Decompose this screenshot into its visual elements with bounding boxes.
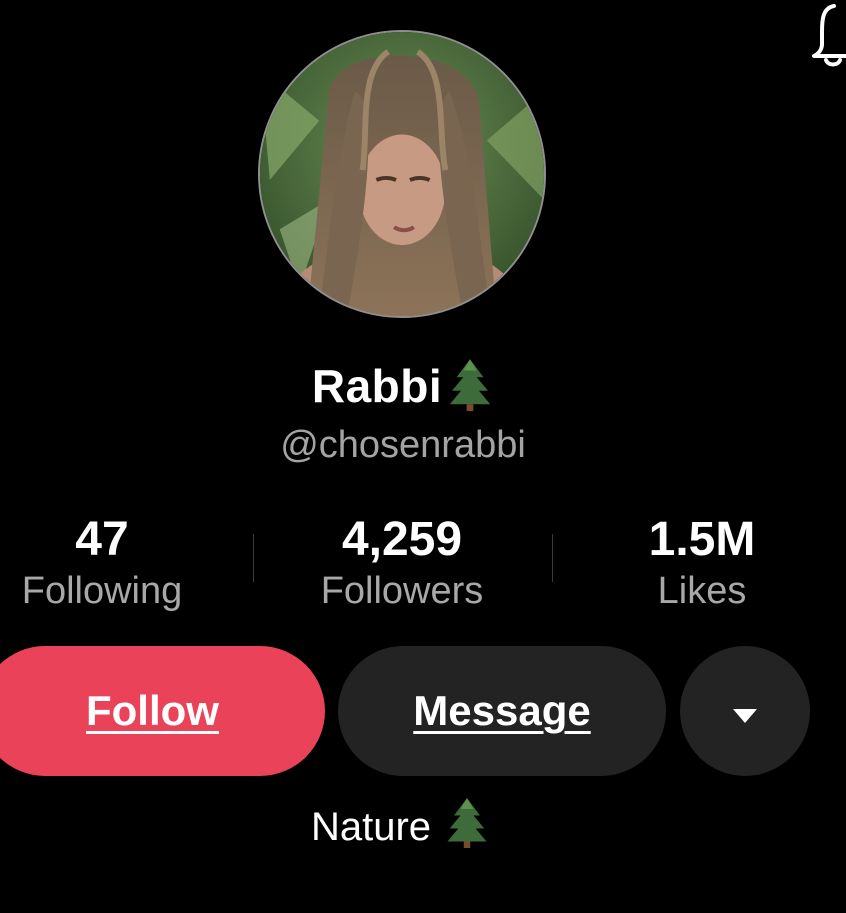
bell-icon[interactable] — [808, 0, 846, 70]
stat-followers[interactable]: 4,259 Followers — [292, 512, 512, 614]
stat-divider — [552, 534, 553, 582]
more-options-button[interactable] — [680, 646, 810, 776]
stat-divider — [253, 534, 254, 582]
username-handle: @chosenrabbi — [280, 424, 526, 466]
message-button[interactable]: Message — [338, 646, 666, 776]
display-name-row: Rabbi — [0, 358, 846, 414]
likes-label: Likes — [657, 570, 747, 612]
avatar[interactable] — [258, 30, 546, 318]
follow-button[interactable]: Follow — [0, 646, 325, 776]
evergreen-tree-icon — [446, 357, 494, 416]
bio-text: Nature — [310, 804, 432, 849]
following-count: 47 — [75, 513, 129, 566]
following-label: Following — [21, 570, 183, 612]
bio: Nature — [0, 796, 800, 858]
caret-down-icon — [732, 687, 758, 735]
evergreen-tree-icon — [445, 796, 489, 858]
followers-label: Followers — [320, 570, 484, 612]
stat-likes[interactable]: 1.5M Likes — [602, 512, 802, 614]
followers-count: 4,259 — [341, 513, 463, 566]
stat-following[interactable]: 47 Following — [2, 512, 202, 614]
display-name: Rabbi — [311, 360, 443, 412]
likes-count: 1.5M — [648, 513, 756, 566]
